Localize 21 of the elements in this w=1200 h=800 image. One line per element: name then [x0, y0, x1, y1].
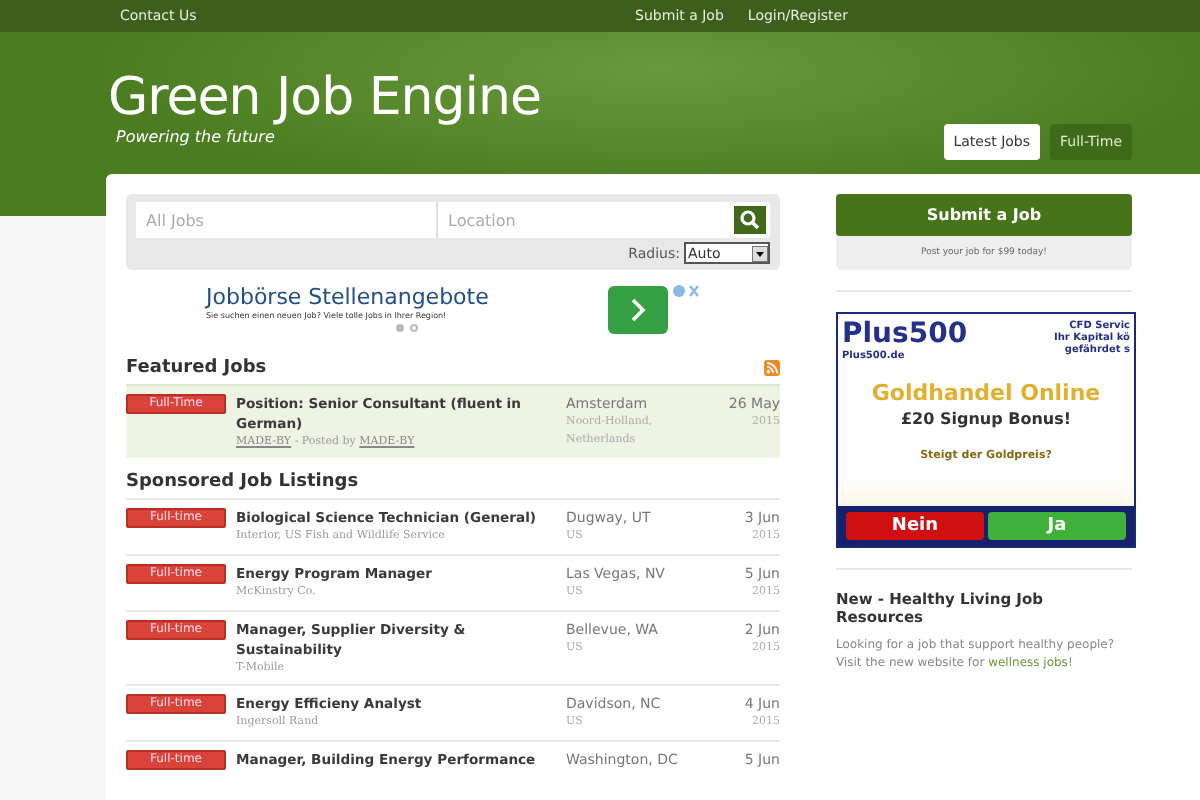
location-field[interactable]: Location — [436, 202, 730, 238]
search-icon — [740, 210, 760, 230]
advert-headline: Goldhandel Online — [869, 380, 1103, 406]
site-logo[interactable]: Green Job Engine — [108, 68, 541, 128]
ad-info-close-icon[interactable] — [672, 284, 700, 298]
keywords-field[interactable]: All Jobs — [136, 202, 436, 238]
carousel-dot[interactable] — [410, 324, 418, 332]
ad-title: Jobbörse Stellenangebote — [206, 284, 491, 310]
advert-bonus: £20 Signup Bonus! — [898, 410, 1073, 428]
chevron-right-icon — [630, 298, 646, 322]
advert-logo: Plus500 — [842, 320, 968, 350]
dropdown-arrow-icon — [752, 245, 768, 261]
ad-arrow-button[interactable] — [608, 286, 668, 334]
carousel-dot[interactable] — [396, 324, 404, 332]
rss-icon[interactable] — [764, 360, 780, 376]
advert-button[interactable]: Nein — [846, 512, 984, 540]
submit-job-button[interactable]: Submit a Job — [836, 194, 1132, 236]
section-heading: Featured Jobs — [126, 358, 267, 378]
tagline: Powering the future — [114, 128, 277, 146]
search-button[interactable] — [730, 202, 770, 238]
section-heading: Sponsored Job Listings — [126, 472, 359, 492]
